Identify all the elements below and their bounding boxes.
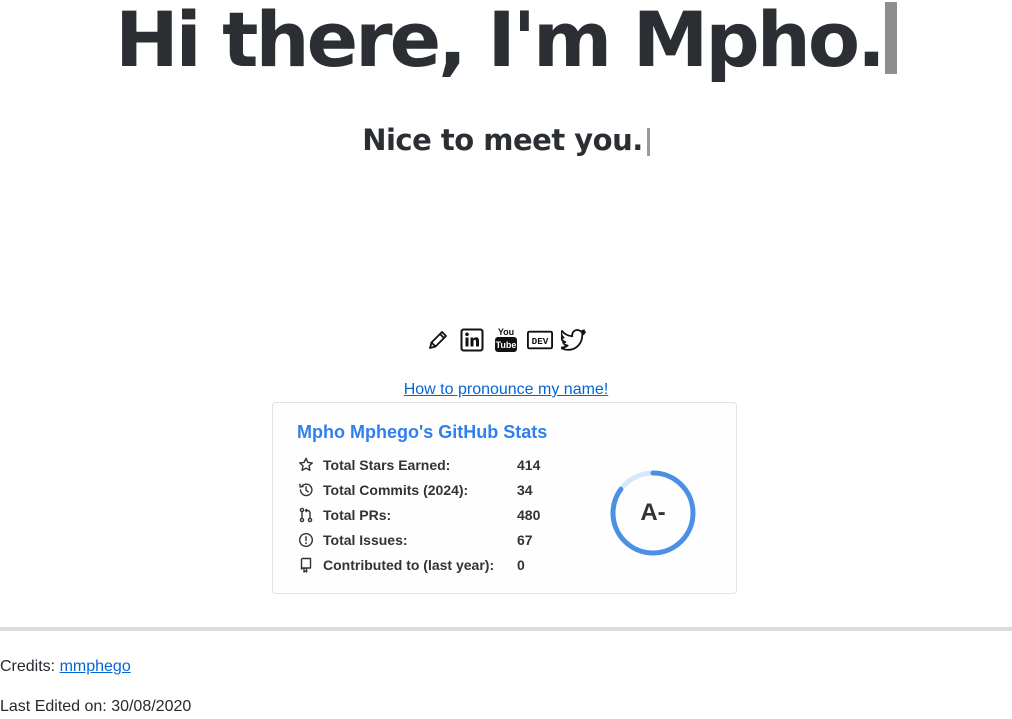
credits-link[interactable]: mmphego — [60, 658, 131, 675]
twitter-link[interactable] — [561, 325, 587, 355]
youtube-icon: You Tube — [495, 327, 517, 352]
footer-divider — [0, 627, 1012, 631]
github-stats-card: Mpho Mphego's GitHub Stats Total Stars E… — [272, 402, 737, 594]
stat-label: Contributed to (last year): — [323, 557, 495, 573]
stat-row-prs: Total PRs: 480 — [297, 505, 557, 525]
credits-label: Credits: — [0, 658, 56, 675]
linkedin-icon — [460, 328, 484, 352]
stat-label: Total Stars Earned: — [323, 457, 451, 473]
rank-circle: A- — [609, 469, 697, 557]
pronounce-section: How to pronounce my name! — [0, 380, 1012, 400]
blog-link[interactable] — [425, 325, 451, 355]
linkedin-link[interactable] — [459, 325, 485, 355]
headline-text: Hi there, I'm Mpho. — [115, 0, 886, 84]
stat-value: 34 — [517, 482, 533, 498]
stats-card-title: Mpho Mphego's GitHub Stats — [297, 422, 548, 442]
pull-request-icon — [297, 506, 315, 524]
stat-value: 67 — [517, 532, 533, 548]
issue-icon — [297, 531, 315, 549]
rank-grade: A- — [640, 499, 666, 526]
subtitle: Nice to meet you. — [0, 118, 1012, 162]
twitter-icon — [561, 329, 586, 351]
stat-row-commits: Total Commits (2024): 34 — [297, 480, 557, 500]
svg-text:You: You — [498, 327, 514, 337]
stat-value: 480 — [517, 507, 541, 523]
history-icon — [297, 481, 315, 499]
pencil-icon — [429, 331, 447, 349]
youtube-link[interactable]: You Tube — [493, 325, 519, 355]
star-icon — [297, 456, 315, 474]
stat-row-stars: Total Stars Earned: 414 — [297, 455, 557, 475]
last-edited: Last Edited on: 30/08/2020 — [0, 698, 192, 715]
subline-text: Nice to meet you. — [362, 123, 643, 157]
stat-label: Total PRs: — [323, 507, 392, 523]
svg-text:DEV: DEV — [532, 336, 549, 347]
stat-row-issues: Total Issues: 67 — [297, 530, 557, 550]
typing-cursor-small — [646, 128, 650, 156]
stat-value: 414 — [517, 457, 541, 473]
dev-icon: DEV — [527, 330, 553, 350]
credits-line: Credits: mmphego — [0, 657, 131, 677]
pronounce-link[interactable]: How to pronounce my name! — [404, 381, 609, 398]
typing-cursor — [884, 2, 897, 74]
dev-link[interactable]: DEV — [527, 325, 553, 355]
svg-text:Tube: Tube — [496, 340, 517, 350]
social-links: You Tube DEV — [0, 325, 1012, 355]
page-title: Hi there, I'm Mpho. — [0, 0, 1012, 90]
stat-value: 0 — [517, 557, 525, 573]
repo-icon — [297, 556, 315, 574]
stat-label: Total Issues: — [323, 532, 408, 548]
stat-label: Total Commits (2024): — [323, 482, 469, 498]
stat-row-contributed: Contributed to (last year): 0 — [297, 555, 557, 575]
